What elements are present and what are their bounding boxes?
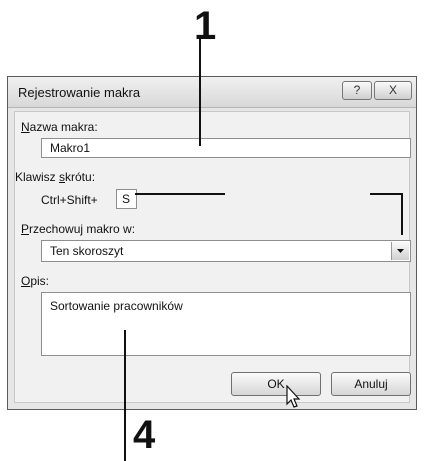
callout-1-line xyxy=(199,36,201,146)
shortcut-prefix: Ctrl+Shift+ xyxy=(41,193,98,207)
callout-2-line xyxy=(135,193,225,195)
macro-name-label: Nazwa makra: xyxy=(21,120,98,134)
close-button[interactable]: X xyxy=(374,81,412,100)
cancel-button-label: Anuluj xyxy=(354,377,388,391)
chevron-down-icon[interactable] xyxy=(391,242,409,260)
callout-4: 4 xyxy=(133,413,156,457)
dialog-title: Rejestrowanie makra xyxy=(18,85,141,100)
shortcut-key-value: S xyxy=(122,192,131,206)
description-label: Opis: xyxy=(21,274,50,288)
dialog-body: Nazwa makra: Makro1 Klawisz skrótu: Ctrl… xyxy=(14,111,411,403)
store-macro-select[interactable]: Ten skoroszyt xyxy=(41,240,411,262)
title-bar: Rejestrowanie makra ? X xyxy=(8,77,416,108)
callout-3-line-h xyxy=(370,193,402,195)
callout-1: 1 xyxy=(194,4,217,48)
macro-name-value: Makro1 xyxy=(50,141,91,155)
description-value: Sortowanie pracowników xyxy=(50,299,183,313)
shortcut-label: Klawisz skrótu: xyxy=(15,170,96,184)
mouse-pointer-icon xyxy=(286,385,301,408)
ok-button-label: OK xyxy=(267,377,285,391)
close-icon: X xyxy=(388,83,397,97)
cancel-button[interactable]: Anuluj xyxy=(331,372,411,396)
store-macro-label: Przechowuj makro w: xyxy=(21,222,136,236)
store-macro-value: Ten skoroszyt xyxy=(50,244,124,258)
record-macro-dialog: Rejestrowanie makra ? X Nazwa makra: Mak… xyxy=(7,76,417,410)
description-textarea[interactable]: Sortowanie pracowników xyxy=(41,292,411,356)
callout-3-line-v xyxy=(401,193,403,235)
help-icon: ? xyxy=(353,83,361,97)
help-button[interactable]: ? xyxy=(342,81,372,100)
macro-name-input[interactable]: Makro1 xyxy=(41,138,411,158)
chevron-down-glyph xyxy=(397,249,404,253)
shortcut-key-input[interactable]: S xyxy=(116,189,137,209)
ok-button[interactable]: OK xyxy=(231,372,321,396)
callout-4-line xyxy=(124,330,126,461)
